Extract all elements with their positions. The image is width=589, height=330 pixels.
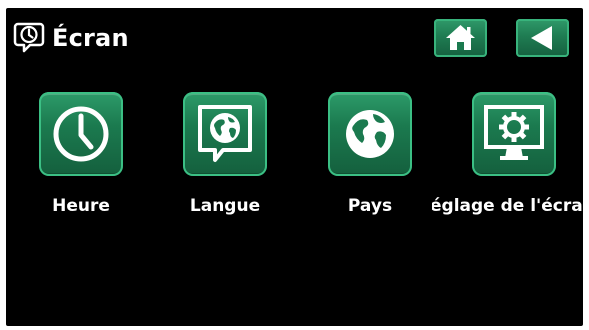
display-settings-icon bbox=[12, 20, 46, 54]
globe-icon bbox=[346, 110, 394, 158]
screen: Écran Heure Langue Pays églage de l'écra bbox=[6, 8, 583, 326]
clock-icon bbox=[53, 106, 109, 162]
back-button[interactable] bbox=[516, 19, 569, 57]
language-label: Langue bbox=[189, 196, 261, 216]
country-label: Pays bbox=[347, 196, 393, 216]
monitor-gear-icon bbox=[484, 105, 544, 160]
country-tile-button[interactable] bbox=[328, 92, 412, 176]
language-tile-button[interactable] bbox=[183, 92, 267, 176]
globe-speech-bubble-icon bbox=[198, 105, 252, 162]
screen-settings-label-text: églage de l'écra bbox=[432, 196, 583, 216]
back-arrow-icon bbox=[531, 26, 552, 50]
home-icon bbox=[446, 25, 475, 50]
page-title: Écran bbox=[52, 24, 129, 52]
time-label: Heure bbox=[52, 196, 110, 216]
screen-settings-label: églage de l'écra bbox=[432, 196, 583, 216]
home-button[interactable] bbox=[434, 19, 487, 57]
time-tile-button[interactable] bbox=[39, 92, 123, 176]
screen-settings-tile-button[interactable] bbox=[472, 92, 556, 176]
